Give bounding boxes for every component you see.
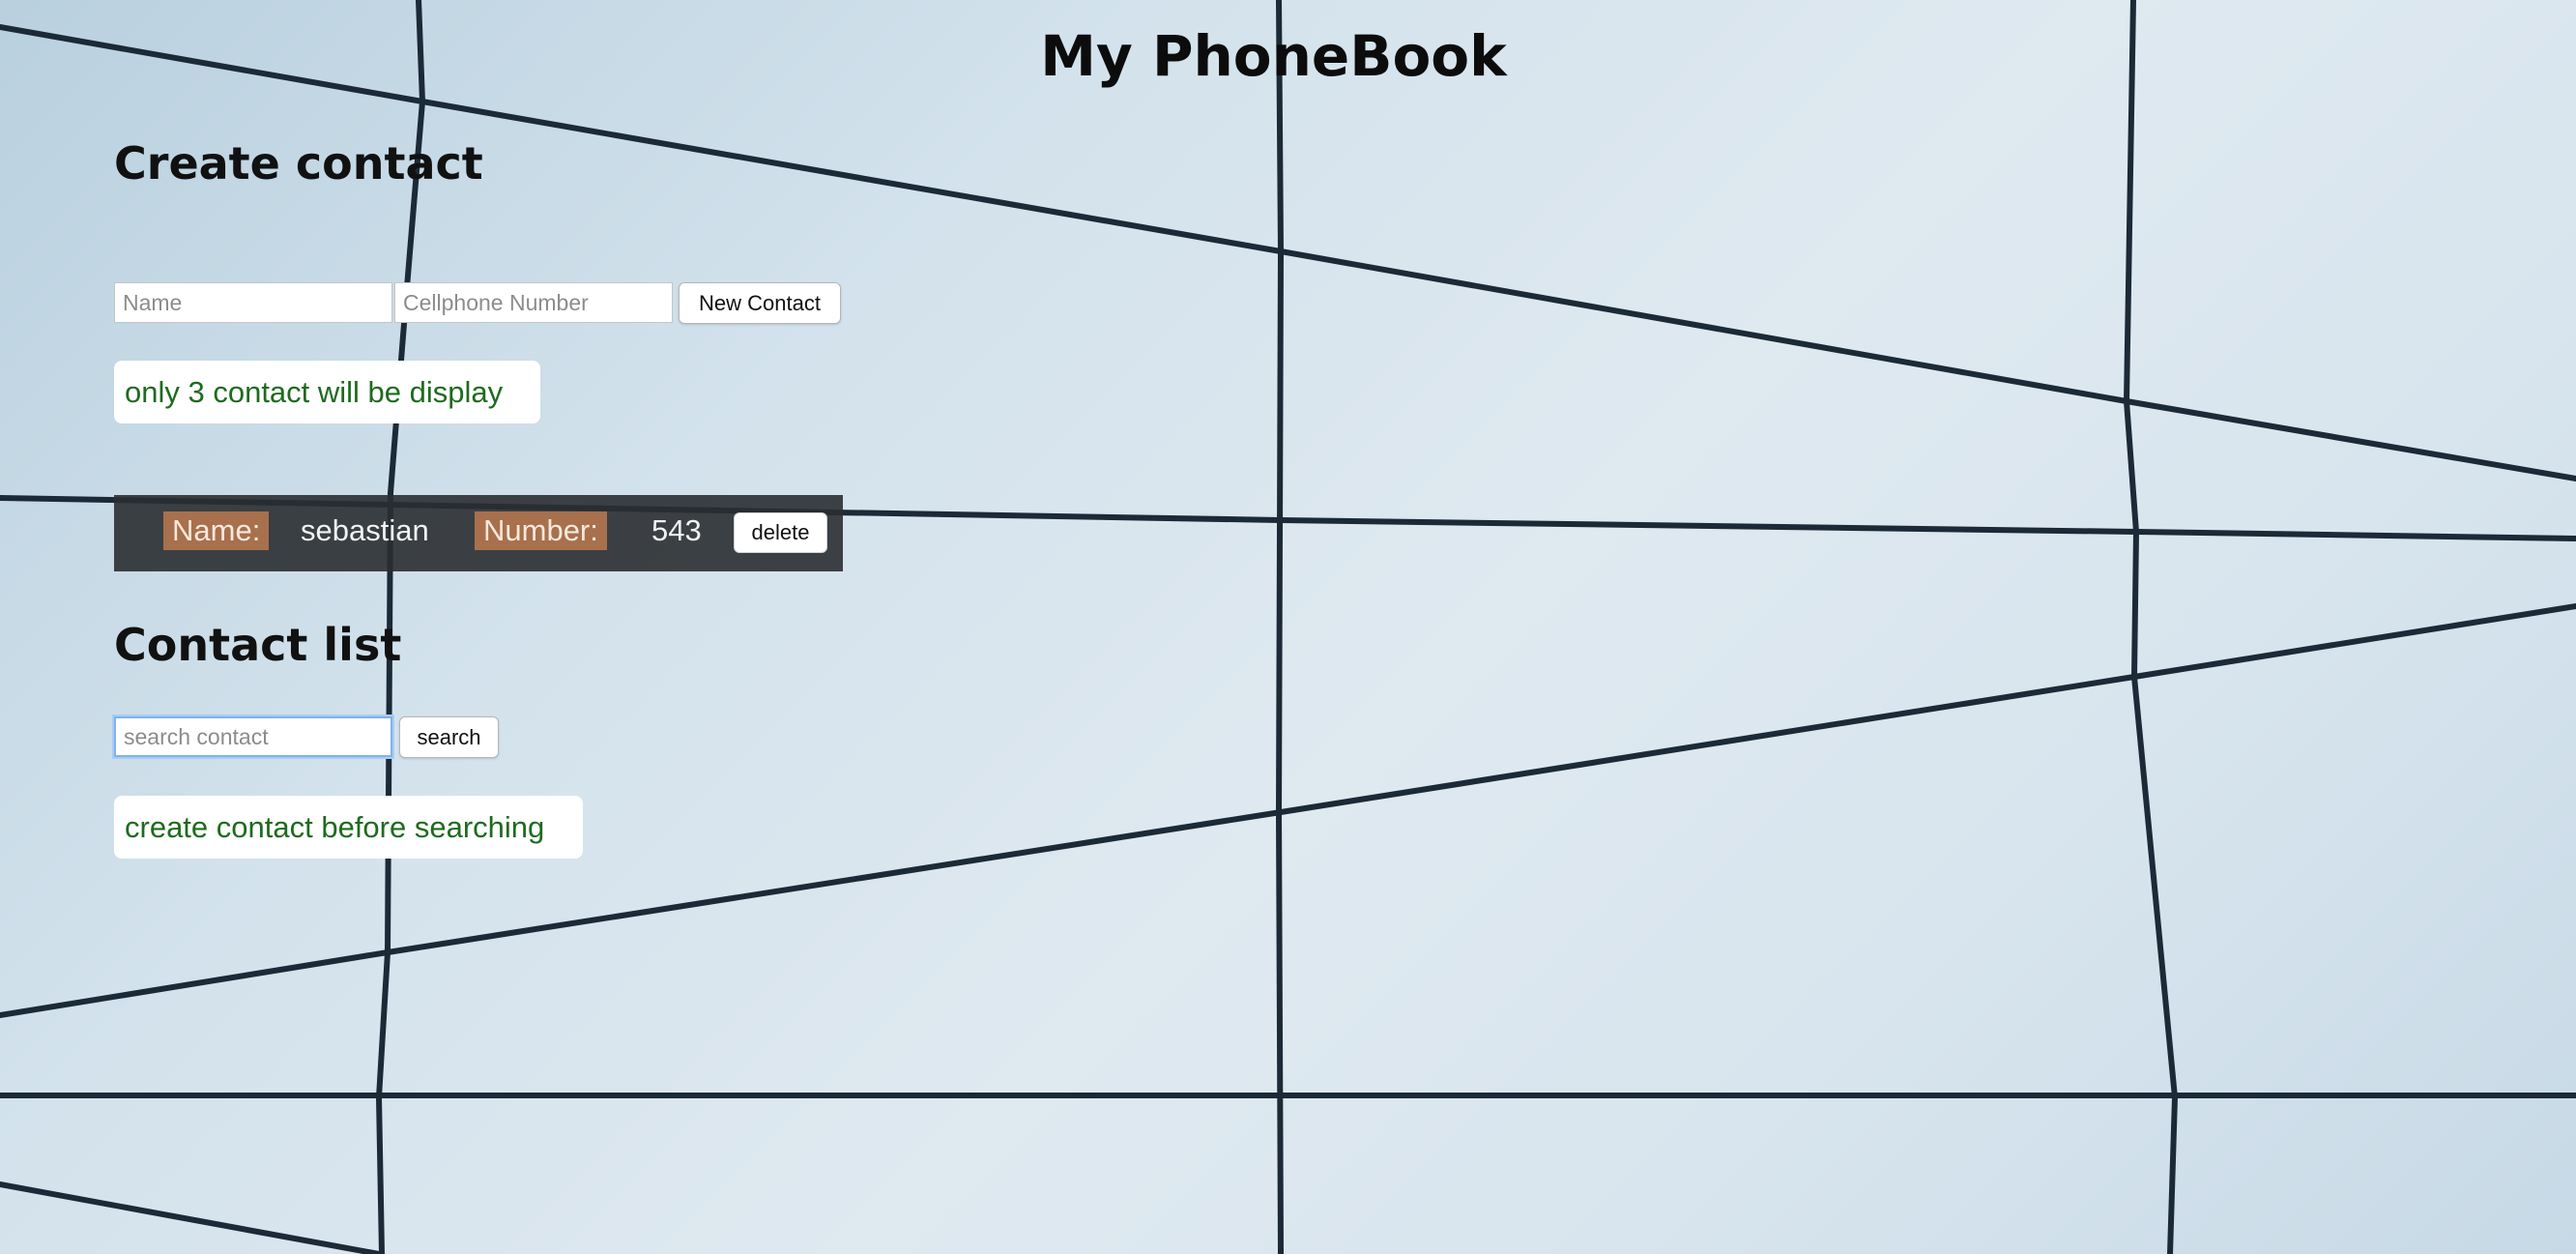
new-contact-button[interactable]: New Contact: [679, 282, 841, 324]
contact-card: Name: sebastian Number: 543 delete: [114, 495, 843, 571]
name-input[interactable]: [114, 282, 392, 323]
search-empty-notice: create contact before searching: [114, 796, 583, 859]
cellphone-number-input[interactable]: [394, 282, 673, 323]
search-button[interactable]: search: [399, 716, 499, 758]
contact-name-value: sebastian: [301, 513, 429, 547]
contact-list-heading: Contact list: [114, 619, 402, 671]
page-title: My PhoneBook: [1040, 23, 1507, 89]
contact-name-label: Name:: [163, 511, 270, 550]
create-contact-heading: Create contact: [114, 137, 483, 190]
contact-limit-notice: only 3 contact will be display: [114, 361, 540, 423]
search-contact-input[interactable]: [114, 716, 392, 757]
contact-number-label: Number:: [475, 511, 607, 550]
delete-contact-button[interactable]: delete: [734, 512, 827, 553]
contact-number-value: 543: [651, 513, 702, 547]
